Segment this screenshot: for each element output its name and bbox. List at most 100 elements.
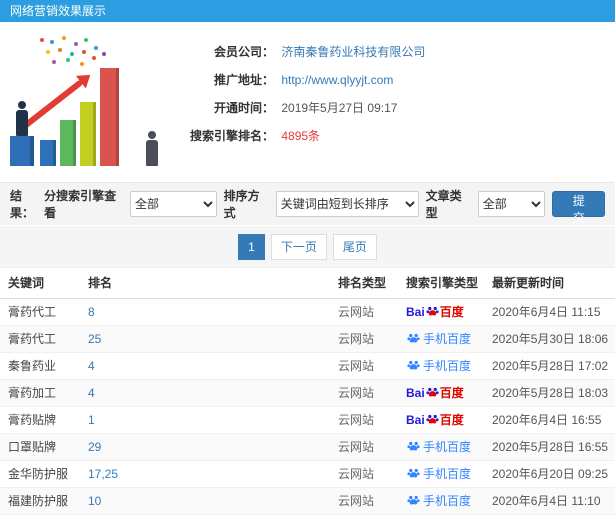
updated-cell: 2020年5月28日 18:03 (484, 379, 615, 407)
engine-cell: 手机百度 (398, 352, 484, 380)
engine-filter-label: 分搜索引擎查看 (44, 189, 117, 220)
paw-icon (407, 333, 420, 343)
updated-cell: 2020年5月28日 17:02 (484, 352, 615, 380)
pagination: 1 下一页 尾页 (0, 226, 615, 268)
keyword-cell: 膏药加工 (0, 379, 80, 407)
member-info-section: 会员公司： 济南秦鲁药业科技有限公司 推广地址： http://www.qlyy… (0, 22, 615, 182)
bar-chart-red (100, 68, 119, 166)
bar-chart-yellow (80, 102, 96, 166)
paw-icon (407, 468, 420, 478)
engine-cell: 手机百度 (398, 433, 484, 461)
updated-cell (484, 514, 615, 520)
keyword-cell (0, 514, 80, 520)
updated-cell: 2020年6月4日 11:15 (484, 298, 615, 326)
keyword-cell: 福建防护服 (0, 487, 80, 515)
header-keyword: 关键词 (0, 268, 80, 299)
table-row: 秦鲁药业 4 云网站 手机百度 2020年5月28日 17:02 (0, 352, 615, 380)
chart-clipart (6, 30, 171, 178)
table-row: 膏药代工 25 云网站 手机百度 2020年5月30日 18:06 (0, 325, 615, 353)
rank-type-cell: 云网站 (330, 460, 398, 488)
sort-select[interactable]: 关键词由短到长排序 (275, 191, 419, 217)
table-row: 福建防护服 10 云网站 手机百度 2020年6月4日 11:10 (0, 487, 615, 515)
engine-cell: Bai 百度 (398, 406, 484, 434)
bar-chart-green (60, 120, 76, 166)
baidu-logo: Bai 百度 (406, 413, 464, 427)
updated-cell: 2020年6月20日 09:25 (484, 460, 615, 488)
promo-url-link[interactable]: http://www.qlyyjt.com (281, 73, 393, 87)
mobile-baidu-logo: 手机百度 (406, 494, 471, 508)
article-type-label: 文章类型 (425, 189, 462, 220)
paw-icon (426, 306, 439, 316)
rank-link[interactable]: 4 (88, 359, 95, 373)
article-type-select[interactable]: 全部 (477, 191, 546, 217)
updated-cell: 2020年6月4日 16:55 (484, 406, 615, 434)
baidu-logo: Bai 百度 (406, 305, 464, 319)
updated-cell: 2020年5月28日 16:55 (484, 433, 615, 461)
member-info-list: 会员公司： 济南秦鲁药业科技有限公司 推广地址： http://www.qlyy… (172, 38, 425, 150)
keyword-cell: 膏药代工 (0, 325, 80, 353)
rank-link[interactable]: 4 (88, 386, 95, 400)
rank-type-cell: 云网站 (330, 325, 398, 353)
mobile-baidu-logo: 手机百度 (406, 359, 471, 373)
rank-link[interactable]: 17,25 (88, 467, 118, 481)
mobile-baidu-logo: 手机百度 (406, 440, 471, 454)
rank-link[interactable]: 1 (88, 413, 95, 427)
rank-type-cell: 云网站 (330, 352, 398, 380)
mobile-baidu-logo: 手机百度 (406, 467, 471, 481)
rank-type-cell: 云网站 (330, 487, 398, 515)
results-table-body: 膏药代工 8 云网站 Bai 百度 2020年6月4日 11:15 膏药代工 25… (0, 298, 615, 520)
filter-bar: 结果： 分搜索引擎查看 全部 排序方式 关键词由短到长排序 文章类型 全部 提交 (0, 182, 615, 226)
submit-button[interactable]: 提交 (552, 191, 606, 225)
filter-controls: 分搜索引擎查看 全部 排序方式 关键词由短到长排序 文章类型 全部 提交 (44, 187, 606, 225)
table-row: 金华防护服 17,25 云网站 手机百度 2020年6月20日 09:25 (0, 460, 615, 488)
company-label: 会员公司： (213, 45, 274, 59)
engine-select[interactable]: 全部 (130, 191, 217, 217)
updated-cell: 2020年6月4日 11:10 (484, 487, 615, 515)
rank-count-value: 4895条 (281, 129, 321, 143)
table-row: 口罩贴牌 29 云网站 手机百度 2020年5月28日 16:55 (0, 433, 615, 461)
last-page-button[interactable]: 尾页 (332, 233, 377, 260)
table-row: 手机百度 (0, 514, 615, 520)
header-updated: 最新更新时间 (484, 268, 615, 299)
rank-type-cell: 云网站 (330, 298, 398, 326)
paw-icon (407, 441, 420, 451)
opened-row: 开通时间： 2019年5月27日 09:17 (172, 94, 425, 122)
engine-cell: 手机百度 (398, 325, 484, 353)
table-row: 膏药代工 8 云网站 Bai 百度 2020年6月4日 11:15 (0, 298, 615, 326)
baidu-logo: Bai 百度 (406, 386, 464, 400)
paw-icon (407, 360, 420, 370)
engine-cell: 手机百度 (398, 514, 484, 520)
rank-type-cell: 云网站 (330, 379, 398, 407)
rank-type-cell: 云网站 (330, 433, 398, 461)
updated-cell: 2020年5月30日 18:06 (484, 325, 615, 353)
header-engine-type: 搜索引擎类型 (398, 268, 484, 299)
page-title: 网络营销效果展示 (10, 4, 107, 18)
bar-chart-blue (40, 140, 56, 166)
company-link[interactable]: 济南秦鲁药业科技有限公司 (281, 45, 425, 59)
engine-cell: 手机百度 (398, 487, 484, 515)
blue-cube (10, 136, 34, 166)
paw-icon (407, 495, 420, 505)
rank-link[interactable]: 10 (88, 494, 101, 508)
paw-icon (426, 414, 439, 424)
window-titlebar: 网络营销效果展示 (0, 0, 615, 22)
table-row: 膏药加工 4 云网站 Bai 百度 2020年5月28日 18:03 (0, 379, 615, 407)
rank-count-row: 搜索引擎排名： 4895条 (172, 122, 425, 150)
url-label: 推广地址： (213, 73, 274, 87)
company-row: 会员公司： 济南秦鲁药业科技有限公司 (172, 38, 425, 66)
page-1-button[interactable]: 1 (238, 233, 265, 260)
engine-cell: Bai 百度 (398, 379, 484, 407)
rank-link[interactable]: 8 (88, 305, 95, 319)
businessman-figure-right (146, 131, 158, 166)
next-page-button[interactable]: 下一页 (270, 233, 327, 260)
rank-type-cell: 云网站 (330, 406, 398, 434)
results-section-label: 结果： (10, 189, 35, 220)
keyword-cell: 膏药贴牌 (0, 406, 80, 434)
rank-link[interactable]: 29 (88, 440, 101, 454)
rank-type-cell (330, 514, 398, 520)
table-row: 膏药贴牌 1 云网站 Bai 百度 2020年6月4日 16:55 (0, 406, 615, 434)
rank-link[interactable]: 25 (88, 332, 101, 346)
header-rank-type: 排名类型 (330, 268, 398, 299)
url-row: 推广地址： http://www.qlyyjt.com (172, 66, 425, 94)
keyword-cell: 膏药代工 (0, 298, 80, 326)
